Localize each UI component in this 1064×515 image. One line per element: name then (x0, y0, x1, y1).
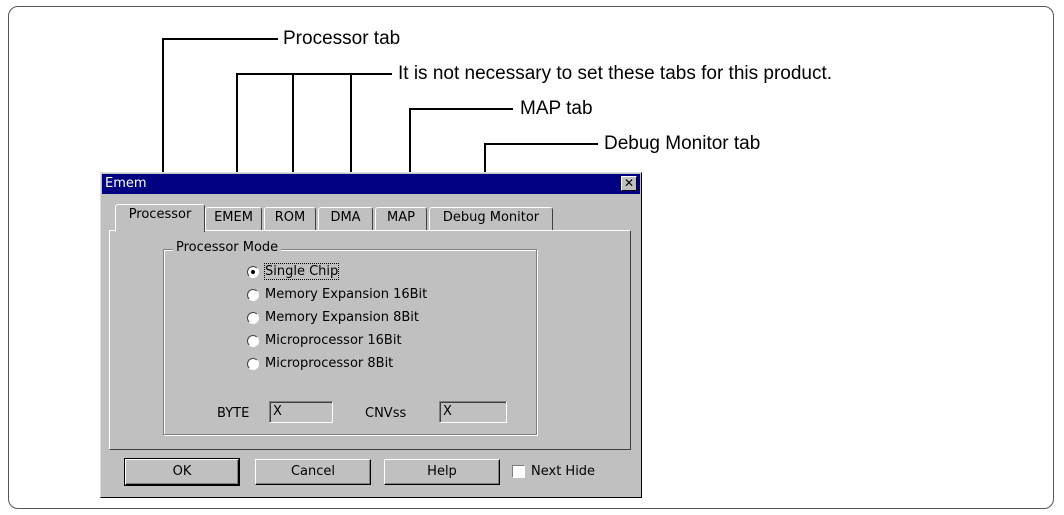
title-bar[interactable]: Emem ✕ (102, 174, 640, 194)
close-icon: ✕ (623, 176, 635, 190)
processor-mode-title: Processor Mode (173, 240, 282, 255)
emem-dialog: Emem ✕ Processor EMEM ROM DMA MAP Debug … (100, 172, 642, 498)
cnvss-label: CNVss (365, 406, 407, 421)
tab-processor[interactable]: Processor (115, 204, 205, 232)
leader-line-processor-h (162, 38, 278, 40)
next-hide-checkbox[interactable] (512, 465, 525, 478)
callout-map-tab: MAP tab (520, 98, 593, 119)
dialog-title: Emem (105, 176, 147, 191)
cnvss-field: X (439, 401, 507, 423)
radio-button[interactable] (247, 335, 259, 347)
callout-not-necessary: It is not necessary to set these tabs fo… (398, 63, 833, 84)
leader-line-map-h (409, 108, 513, 110)
ok-button[interactable]: OK (124, 458, 240, 486)
help-button[interactable]: Help (384, 459, 500, 485)
radio-button-selected[interactable] (247, 266, 259, 278)
tab-rom[interactable]: ROM (264, 207, 316, 230)
tab-debug-monitor[interactable]: Debug Monitor (429, 207, 553, 230)
leader-line-tabs-h (236, 73, 392, 75)
byte-label: BYTE (217, 406, 250, 421)
leader-line-debug-h (484, 143, 598, 145)
close-button[interactable]: ✕ (621, 176, 637, 191)
tab-emem[interactable]: EMEM (205, 207, 262, 230)
radio-button[interactable] (247, 358, 259, 370)
callout-debug-monitor-tab: Debug Monitor tab (604, 133, 761, 154)
radio-button[interactable] (247, 312, 259, 324)
cancel-button[interactable]: Cancel (255, 459, 371, 485)
tab-dma[interactable]: DMA (318, 207, 373, 230)
callout-processor-tab: Processor tab (283, 28, 401, 49)
next-hide-label[interactable]: Next Hide (531, 464, 595, 479)
radio-button[interactable] (247, 289, 259, 301)
byte-field: X (269, 401, 333, 423)
tab-map[interactable]: MAP (375, 207, 427, 230)
